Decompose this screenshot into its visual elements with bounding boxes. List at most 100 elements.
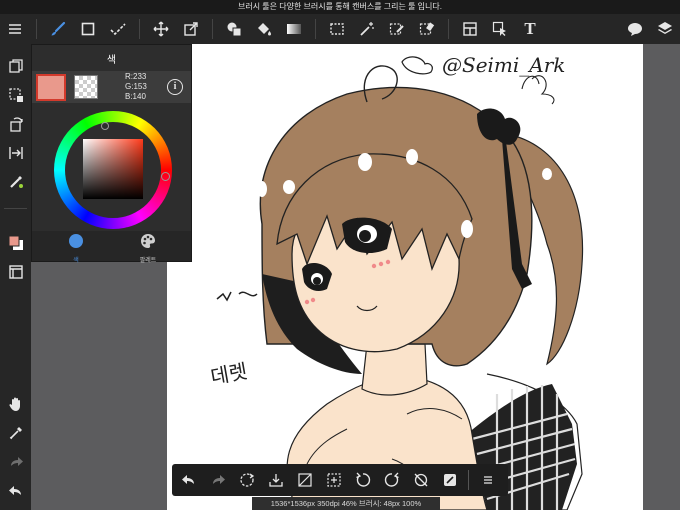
color-swatch-icon: [8, 235, 23, 250]
color-info-button[interactable]: i: [167, 79, 183, 95]
deselect-button[interactable]: [290, 464, 319, 496]
select-eraser-icon: [419, 22, 435, 35]
text-icon: T: [524, 19, 536, 38]
color-dot-icon: [69, 234, 83, 248]
toolbar-divider: [139, 19, 140, 39]
bottom-menu-button[interactable]: [473, 464, 502, 496]
dropper-tool-button[interactable]: [3, 420, 29, 446]
canvas-edit-icon: [443, 474, 456, 486]
transform-selection-button[interactable]: [232, 464, 261, 496]
text-tool-button[interactable]: T: [515, 14, 545, 44]
artist-signature: @Seimi_Ark: [442, 53, 565, 77]
gradient-tool-button[interactable]: [279, 14, 309, 44]
select-eraser-button[interactable]: [412, 14, 442, 44]
copy-icon: [9, 59, 23, 73]
rectangle-icon: [81, 22, 95, 36]
rectangle-tool-button[interactable]: [73, 14, 103, 44]
select-rect-icon: [330, 23, 344, 35]
canvas-info-bar: 1536*1536px 350dpi 46% 브러시: 48px 100%: [252, 497, 440, 510]
undo-button[interactable]: [174, 464, 203, 496]
object-select-icon: [492, 21, 506, 36]
bottom-toolbar: [172, 464, 508, 496]
select-pen-icon: [389, 23, 404, 35]
selection-icon: [9, 88, 23, 102]
rotate-left-button[interactable]: [348, 464, 377, 496]
redo-icon: [212, 475, 225, 484]
frame-icon: [463, 22, 477, 36]
redo-button[interactable]: [3, 449, 29, 475]
status-hint-text: 브러시 툴은 다양한 브러시를 통해 캔버스를 그리는 툴 입니다.: [237, 2, 442, 11]
hand-icon: [9, 397, 20, 411]
bucket-tool-button[interactable]: [249, 14, 279, 44]
saturation-value-square[interactable]: [83, 139, 143, 199]
toolbar-divider: [448, 19, 449, 39]
select-pen-button[interactable]: [382, 14, 412, 44]
tab-color[interactable]: 색: [56, 233, 96, 264]
color-panel-tabs: 색 팔레트: [32, 231, 191, 264]
move-tool-button[interactable]: [146, 14, 176, 44]
transparent-color-swatch[interactable]: [74, 75, 98, 99]
clear-button[interactable]: [261, 464, 290, 496]
toolbar-divider: [315, 19, 316, 39]
tab-palette[interactable]: 팔레트: [128, 233, 168, 264]
color-panel-toggle[interactable]: [3, 230, 29, 256]
undo-icon: [181, 475, 194, 484]
brush-tool-button[interactable]: [43, 14, 73, 44]
correction-tool-button[interactable]: [103, 14, 133, 44]
snap-off-icon: [414, 473, 427, 487]
window-toggle[interactable]: [3, 259, 29, 285]
rotate-button[interactable]: [3, 111, 29, 137]
rgb-blue-value: B:140: [125, 92, 146, 101]
magic-wand-icon: [360, 22, 374, 36]
top-toolbar: T: [0, 14, 680, 44]
object-select-button[interactable]: [485, 14, 515, 44]
color-wheel[interactable]: [54, 111, 172, 229]
hangul-note: 데렛: [209, 359, 249, 389]
canvas-edit-button[interactable]: [435, 464, 464, 496]
snap-off-button[interactable]: [406, 464, 435, 496]
transform-icon: [184, 22, 198, 36]
rgb-red-value: R:233: [125, 72, 147, 81]
hue-cursor[interactable]: [161, 172, 170, 181]
dropper-icon: [9, 427, 22, 440]
tab-color-label: 색: [73, 258, 79, 264]
sidebar-divider: [4, 208, 27, 209]
color-panel-header: R:233 G:153 B:140 i: [32, 71, 191, 103]
rgb-green-value: G:153: [125, 82, 147, 91]
rotate-icon: [10, 117, 23, 132]
primary-color-swatch[interactable]: [36, 74, 66, 101]
rotate-right-button[interactable]: [377, 464, 406, 496]
sv-cursor[interactable]: [101, 122, 109, 130]
redo-icon: [11, 457, 23, 466]
tab-palette-label: 팔레트: [139, 258, 157, 264]
menu-button[interactable]: [0, 14, 30, 44]
undo-button[interactable]: [3, 478, 29, 504]
speech-bubble-icon: [628, 23, 642, 36]
clear-icon: [268, 474, 283, 487]
workspace-background: [643, 44, 680, 510]
hand-tool-button[interactable]: [3, 391, 29, 417]
menu-icon: [9, 24, 21, 34]
checkmark-icon: [110, 23, 126, 36]
layers-icon: [658, 22, 672, 34]
comment-button[interactable]: [620, 14, 650, 44]
transform-tool-button[interactable]: [176, 14, 206, 44]
color-panel-title: 색: [106, 55, 117, 66]
frame-divide-button[interactable]: [455, 14, 485, 44]
invert-selection-button[interactable]: [319, 464, 348, 496]
eyedropper-color-button[interactable]: [3, 169, 29, 195]
layers-button[interactable]: [650, 14, 680, 44]
shapes-fill-button[interactable]: [219, 14, 249, 44]
rotate-left-icon: [355, 472, 370, 487]
status-bar: 브러시 툴은 다양한 브러시를 통해 캔버스를 그리는 툴 입니다.: [0, 0, 680, 14]
rotate-right-icon: [384, 472, 399, 487]
copy-button[interactable]: [3, 53, 29, 79]
magic-wand-button[interactable]: [352, 14, 382, 44]
selection-button[interactable]: [3, 82, 29, 108]
drawing-canvas[interactable]: @Seimi_Ark 데렛: [167, 44, 643, 510]
redo-button[interactable]: [203, 464, 232, 496]
brush-icon: [51, 21, 66, 36]
select-tool-button[interactable]: [322, 14, 352, 44]
anime-girl-illustration: @Seimi_Ark 데렛: [209, 53, 584, 510]
flip-button[interactable]: [3, 140, 29, 166]
